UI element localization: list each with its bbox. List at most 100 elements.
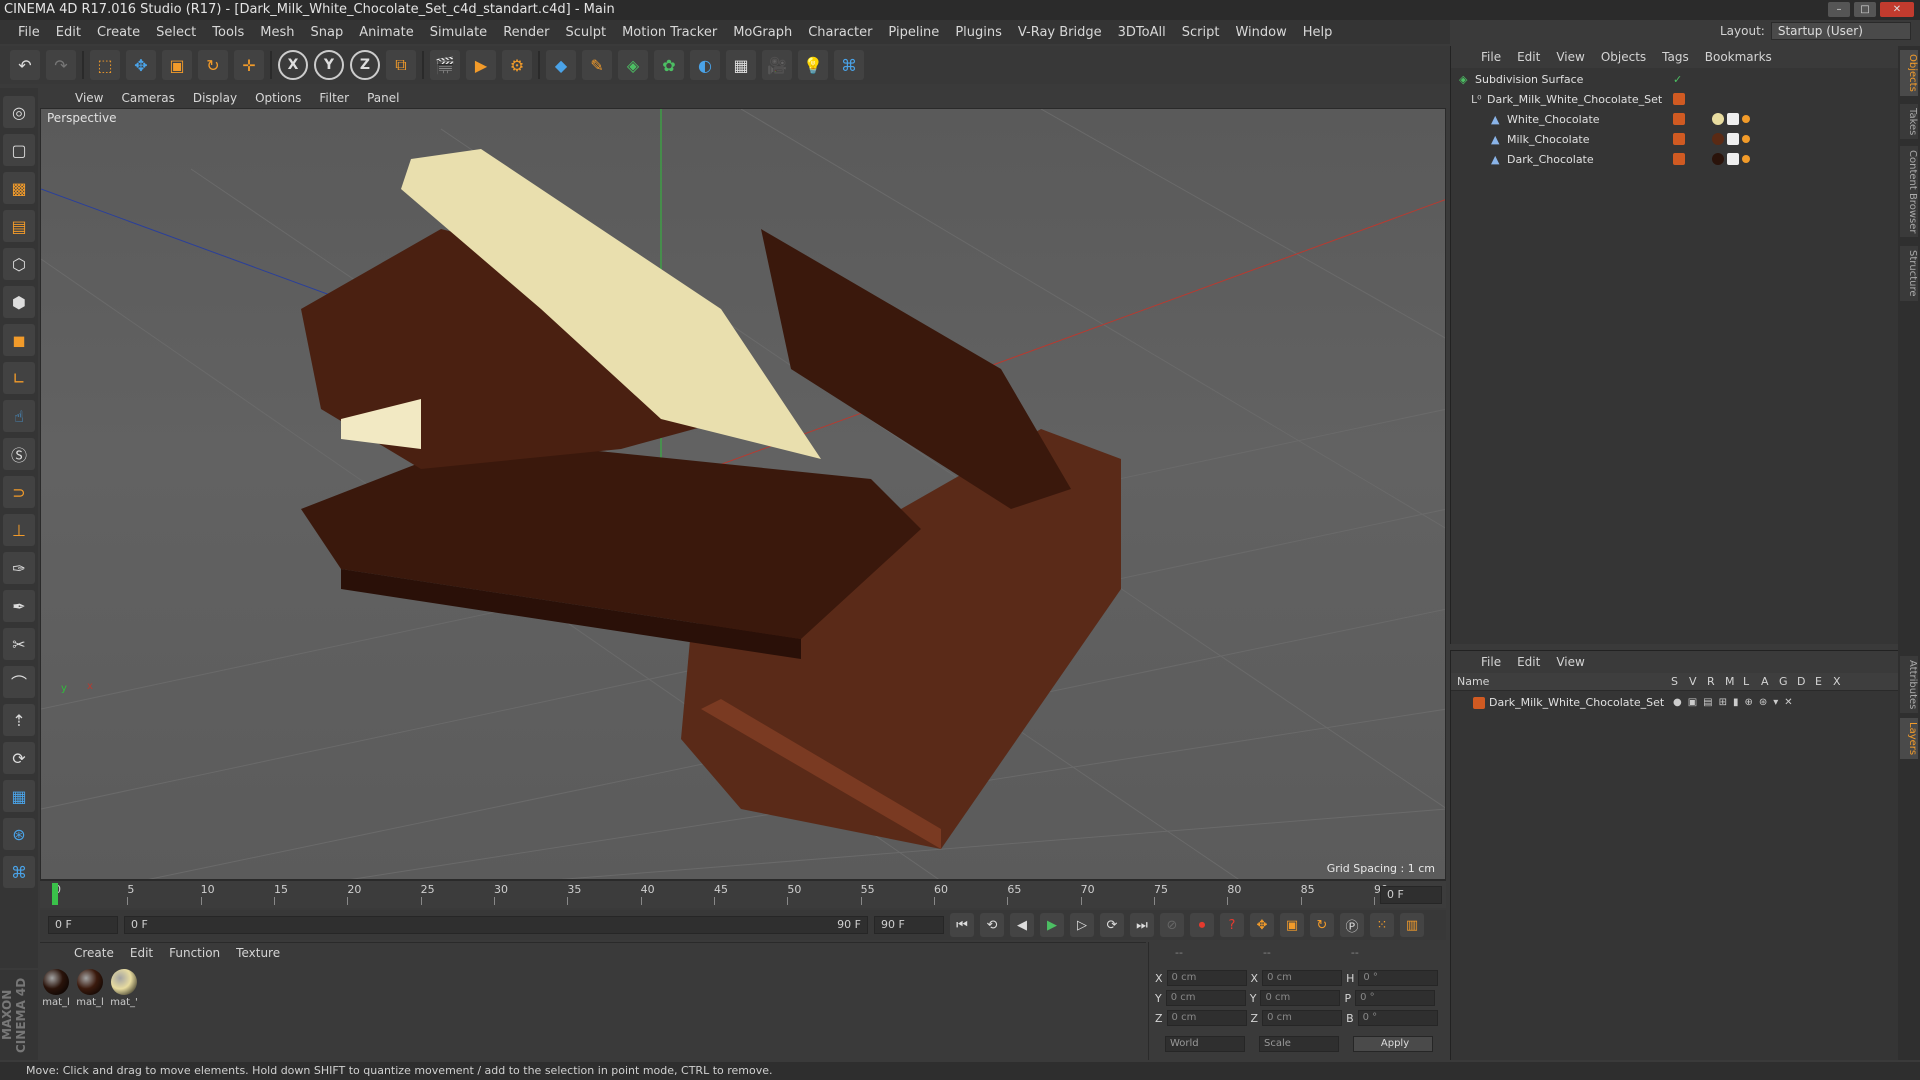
rotation-h-field[interactable]: 0 ° <box>1358 970 1439 986</box>
key-param-icon[interactable]: Ⓟ <box>1340 913 1364 937</box>
coordinate-system-icon[interactable]: ⧉ <box>386 50 416 80</box>
layer-flag-icons[interactable]: ●▣▤⊞▮⊕⊛▾✕ <box>1673 693 1799 713</box>
layer-color-tag[interactable] <box>1673 133 1685 145</box>
edges-mode-icon[interactable]: ⬢ <box>3 286 35 318</box>
object-row-white[interactable]: ▲ White_Chocolate <box>1451 110 1899 130</box>
layer-color-tag[interactable] <box>1673 93 1685 105</box>
render-picture-viewer-icon[interactable]: ▶ <box>466 50 496 80</box>
obj-menu-file[interactable]: File <box>1473 50 1509 64</box>
obj-menu-bookmarks[interactable]: Bookmarks <box>1697 50 1780 64</box>
rotation-b-field[interactable]: 0 ° <box>1357 1010 1438 1026</box>
deformer-icon[interactable]: ◐ <box>690 50 720 80</box>
enabled-check-icon[interactable]: ✓ <box>1673 70 1682 90</box>
end-frame-field[interactable]: 90 F <box>874 916 944 934</box>
solo-icon[interactable]: ⊛ <box>3 818 35 850</box>
layer-menu-file[interactable]: File <box>1473 655 1509 669</box>
obj-menu-view[interactable]: View <box>1548 50 1592 64</box>
size-x-field[interactable]: 0 cm <box>1262 970 1343 986</box>
redo-icon[interactable]: ↷ <box>46 50 76 80</box>
menu-window[interactable]: Window <box>1227 25 1294 40</box>
floor-icon[interactable]: ▦ <box>726 50 756 80</box>
knife-tool-icon[interactable]: ✂ <box>3 628 35 660</box>
goto-end-icon[interactable]: ⏭ <box>1130 913 1154 937</box>
render-view-icon[interactable]: 🎬 <box>430 50 460 80</box>
points-mode-icon[interactable]: ⬡ <box>3 248 35 280</box>
menu-pipeline[interactable]: Pipeline <box>880 25 947 40</box>
menu-snap[interactable]: Snap <box>303 25 352 40</box>
brush-tool-icon[interactable]: ✑ <box>3 552 35 584</box>
layout-dropdown[interactable]: Startup (User) <box>1770 22 1911 40</box>
menu-edit[interactable]: Edit <box>48 25 89 40</box>
extrude-tool-icon[interactable]: ⇡ <box>3 704 35 736</box>
move-tool-icon[interactable]: ✥ <box>126 50 156 80</box>
menu-mesh[interactable]: Mesh <box>252 25 302 40</box>
subdivision-surface-icon[interactable]: ◈ <box>618 50 648 80</box>
menu-plugins[interactable]: Plugins <box>947 25 1010 40</box>
play-icon[interactable]: ▶ <box>1040 913 1064 937</box>
object-row-dark[interactable]: ▲ Dark_Chocolate <box>1451 150 1899 170</box>
menu-help[interactable]: Help <box>1295 25 1341 40</box>
timeline-window-icon[interactable]: ▥ <box>1400 913 1424 937</box>
prev-frame-icon[interactable]: ◀ <box>1010 913 1034 937</box>
obj-menu-edit[interactable]: Edit <box>1509 50 1548 64</box>
obj-menu-tags[interactable]: Tags <box>1654 50 1697 64</box>
viewport-menu-view[interactable]: View <box>66 91 112 105</box>
spline-pen-icon[interactable]: ✎ <box>582 50 612 80</box>
sculpt-tool-icon[interactable]: ✒ <box>3 590 35 622</box>
record-keys-icon[interactable]: ⊘ <box>1160 913 1184 937</box>
tweak-icon[interactable]: ☝ <box>3 400 35 432</box>
viewport-menu-display[interactable]: Display <box>184 91 246 105</box>
menu-character[interactable]: Character <box>800 25 880 40</box>
range-slider[interactable]: 0 F 90 F <box>124 916 868 934</box>
viewport-menu-options[interactable]: Options <box>246 91 310 105</box>
python-script-icon[interactable]: ⌘ <box>3 856 35 888</box>
apply-button[interactable]: Apply <box>1353 1036 1433 1052</box>
timeline-ruler[interactable]: 051015202530354045505560657075808590 0 F <box>40 880 1446 908</box>
menu-motion-tracker[interactable]: Motion Tracker <box>614 25 725 40</box>
menu-render[interactable]: Render <box>495 25 557 40</box>
next-frame-icon[interactable]: ▷ <box>1070 913 1094 937</box>
python-icon[interactable]: ⌘ <box>834 50 864 80</box>
material-swatch[interactable]: mat_l <box>76 969 104 1008</box>
phong-tag-icon[interactable] <box>1742 155 1750 163</box>
menu-script[interactable]: Script <box>1174 25 1228 40</box>
key-pla-icon[interactable]: ⁙ <box>1370 913 1394 937</box>
key-scale-icon[interactable]: ▣ <box>1280 913 1304 937</box>
position-z-field[interactable]: 0 cm <box>1166 1010 1247 1026</box>
menu-mograph[interactable]: MoGraph <box>725 25 800 40</box>
close-button[interactable]: ✕ <box>1880 2 1914 17</box>
workplane-icon[interactable]: ▤ <box>3 210 35 242</box>
layer-color-swatch[interactable] <box>1473 697 1485 709</box>
material-menu-create[interactable]: Create <box>66 946 122 960</box>
material-swatch[interactable]: mat_' <box>110 969 138 1008</box>
workplane-axis-icon[interactable]: ⊥ <box>3 514 35 546</box>
grid-lock-icon[interactable]: ▦ <box>3 780 35 812</box>
menu-create[interactable]: Create <box>89 25 148 40</box>
transform-tool-icon[interactable]: ✛ <box>234 50 264 80</box>
menu-3dtoall[interactable]: 3DToAll <box>1110 25 1174 40</box>
menu-tools[interactable]: Tools <box>204 25 252 40</box>
z-axis-icon[interactable]: Z <box>350 50 380 80</box>
object-row-set[interactable]: L⁰ Dark_Milk_White_Chocolate_Set <box>1451 90 1899 110</box>
uvw-tag-icon[interactable] <box>1727 113 1739 125</box>
material-menu-edit[interactable]: Edit <box>122 946 161 960</box>
position-x-field[interactable]: 0 cm <box>1166 970 1247 986</box>
keyframe-help-icon[interactable]: ? <box>1220 913 1244 937</box>
uvw-tag-icon[interactable] <box>1727 153 1739 165</box>
cloner-icon[interactable]: ✿ <box>654 50 684 80</box>
snap-icon[interactable]: Ⓢ <box>3 438 35 470</box>
menu-sculpt[interactable]: Sculpt <box>557 25 614 40</box>
size-z-field[interactable]: 0 cm <box>1262 1010 1343 1026</box>
menu-file[interactable]: File <box>10 25 48 40</box>
viewport-menu-filter[interactable]: Filter <box>310 91 358 105</box>
tab-content-browser[interactable]: Content Browser <box>1900 146 1918 238</box>
tab-attributes[interactable]: Attributes <box>1900 656 1918 714</box>
position-y-field[interactable]: 0 cm <box>1165 990 1246 1006</box>
phong-tag-icon[interactable] <box>1742 115 1750 123</box>
layer-menu-view[interactable]: View <box>1548 655 1592 669</box>
object-row-subdivision[interactable]: ◈ Subdivision Surface ✓ <box>1451 70 1899 90</box>
scale-dropdown[interactable]: Scale <box>1259 1036 1339 1052</box>
perspective-viewport[interactable]: y x Perspective Grid Spacing : 1 cm <box>40 108 1446 880</box>
make-editable-icon[interactable]: ◎ <box>3 96 35 128</box>
model-mode-icon[interactable]: ▢ <box>3 134 35 166</box>
